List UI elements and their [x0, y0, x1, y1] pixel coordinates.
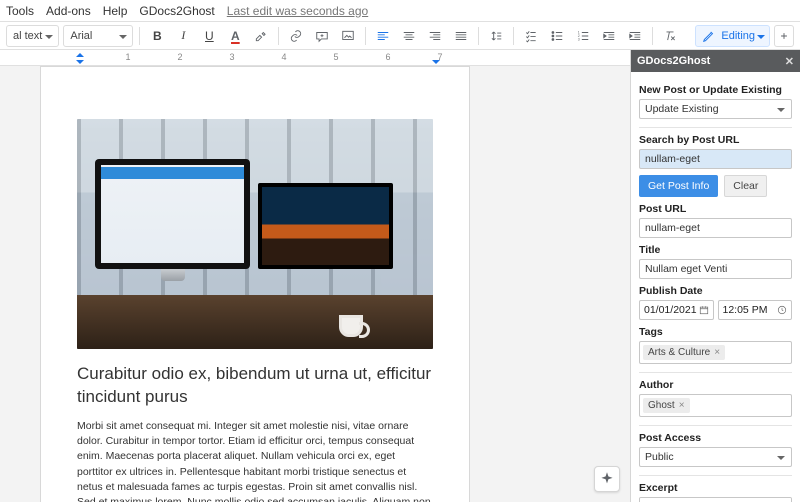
italic-button[interactable]: I [172, 25, 194, 47]
addon-sidebar: GDocs2Ghost ✕ New Post or Update Existin… [630, 50, 800, 502]
toolbar: al text Arial B I U A 123 Editing [0, 22, 800, 50]
separator [639, 425, 792, 426]
clock-icon [777, 305, 787, 315]
publish-time-input[interactable]: 12:05 PM [718, 300, 793, 320]
document-page[interactable]: Curabitur odio ex, bibendum ut urna ut, … [40, 66, 470, 502]
paragraph-style-select[interactable]: al text [6, 25, 59, 47]
separator [639, 475, 792, 476]
post-access-label: Post Access [639, 432, 792, 444]
decrease-indent-button[interactable] [598, 25, 620, 47]
menu-gdocs2ghost[interactable]: GDocs2Ghost [139, 4, 214, 18]
author-chip[interactable]: Ghost × [643, 398, 690, 413]
explore-button[interactable] [594, 466, 620, 492]
checklist-button[interactable] [520, 25, 542, 47]
separator [478, 27, 479, 45]
last-edit-link[interactable]: Last edit was seconds ago [227, 4, 368, 18]
title-label: Title [639, 244, 792, 256]
svg-text:3: 3 [578, 37, 580, 41]
highlight-button[interactable] [250, 25, 272, 47]
menu-help[interactable]: Help [103, 4, 128, 18]
title-input[interactable] [639, 259, 792, 279]
post-url-input[interactable] [639, 218, 792, 238]
post-access-select[interactable]: Public [639, 447, 792, 467]
bold-button[interactable]: B [146, 25, 168, 47]
ruler-tick: 6 [385, 52, 390, 62]
document-heading[interactable]: Curabitur odio ex, bibendum ut urna ut, … [77, 363, 433, 409]
clear-formatting-button[interactable] [659, 25, 681, 47]
pencil-icon [702, 29, 716, 43]
separator [139, 27, 140, 45]
menu-bar: Tools Add-ons Help GDocs2Ghost Last edit… [0, 0, 800, 22]
toolbar-overflow-button[interactable] [774, 25, 794, 47]
horizontal-ruler[interactable]: 1 2 3 4 5 6 7 [0, 50, 630, 66]
line-spacing-button[interactable] [485, 25, 507, 47]
publish-date-label: Publish Date [639, 285, 792, 297]
access-value: Public [645, 451, 674, 463]
sidebar-header: GDocs2Ghost ✕ [631, 50, 800, 72]
align-center-button[interactable] [398, 25, 420, 47]
insert-comment-button[interactable] [311, 25, 333, 47]
text-color-button[interactable]: A [224, 25, 246, 47]
paragraph-style-label: al text [13, 30, 42, 42]
mode-value: Update Existing [645, 103, 719, 115]
mode-select[interactable]: Editing [695, 25, 770, 47]
date-value: 01/01/2021 [644, 304, 697, 316]
ruler-tick: 4 [281, 52, 286, 62]
ruler-tick: 3 [229, 52, 234, 62]
excerpt-textarea[interactable] [639, 497, 792, 502]
indent-marker-first[interactable] [76, 50, 84, 57]
mode-label: New Post or Update Existing [639, 84, 792, 96]
ruler-tick: 1 [125, 52, 130, 62]
separator [513, 27, 514, 45]
author-remove-icon[interactable]: × [679, 400, 685, 411]
sidebar-body: New Post or Update Existing Update Exist… [631, 72, 800, 502]
sidebar-close-button[interactable]: ✕ [785, 55, 794, 68]
align-justify-button[interactable] [450, 25, 472, 47]
time-value: 12:05 PM [723, 304, 768, 316]
document-hero-image[interactable] [77, 119, 433, 349]
increase-indent-button[interactable] [624, 25, 646, 47]
separator [639, 127, 792, 128]
ruler-tick: 7 [437, 52, 442, 62]
underline-button[interactable]: U [198, 25, 220, 47]
author-chip-label: Ghost [648, 400, 675, 411]
tag-chip[interactable]: Arts & Culture × [643, 345, 725, 360]
separator [278, 27, 279, 45]
post-url-label: Post URL [639, 203, 792, 215]
excerpt-label: Excerpt [639, 482, 792, 494]
document-body[interactable]: Morbi sit amet consequat mi. Integer sit… [77, 419, 433, 502]
insert-image-button[interactable] [337, 25, 359, 47]
align-right-button[interactable] [424, 25, 446, 47]
font-family-select[interactable]: Arial [63, 25, 133, 47]
tag-chip-label: Arts & Culture [648, 347, 710, 358]
tags-input[interactable]: Arts & Culture × [639, 341, 792, 364]
ruler-tick: 5 [333, 52, 338, 62]
publish-date-input[interactable]: 01/01/2021 [639, 300, 714, 320]
search-url-label: Search by Post URL [639, 134, 792, 146]
separator [652, 27, 653, 45]
separator [639, 372, 792, 373]
mode-select[interactable]: Update Existing [639, 99, 792, 119]
search-url-input[interactable] [639, 149, 792, 169]
ruler-tick: 2 [177, 52, 182, 62]
insert-link-button[interactable] [285, 25, 307, 47]
author-label: Author [639, 379, 792, 391]
author-input[interactable]: Ghost × [639, 394, 792, 417]
mode-label: Editing [721, 30, 755, 42]
menu-tools[interactable]: Tools [6, 4, 34, 18]
bulleted-list-button[interactable] [546, 25, 568, 47]
sidebar-title: GDocs2Ghost [637, 55, 710, 67]
numbered-list-button[interactable]: 123 [572, 25, 594, 47]
tag-remove-icon[interactable]: × [714, 347, 720, 358]
tags-label: Tags [639, 326, 792, 338]
clear-button[interactable]: Clear [724, 175, 767, 197]
calendar-icon [699, 305, 709, 315]
font-family-label: Arial [70, 30, 92, 42]
separator [365, 27, 366, 45]
document-canvas[interactable]: 1 2 3 4 5 6 7 Curabitur odio ex, bibendu… [0, 50, 630, 502]
get-post-info-button[interactable]: Get Post Info [639, 175, 718, 197]
body-text: Morbi sit amet consequat mi. Integer sit… [77, 420, 431, 502]
align-left-button[interactable] [372, 25, 394, 47]
menu-addons[interactable]: Add-ons [46, 4, 91, 18]
